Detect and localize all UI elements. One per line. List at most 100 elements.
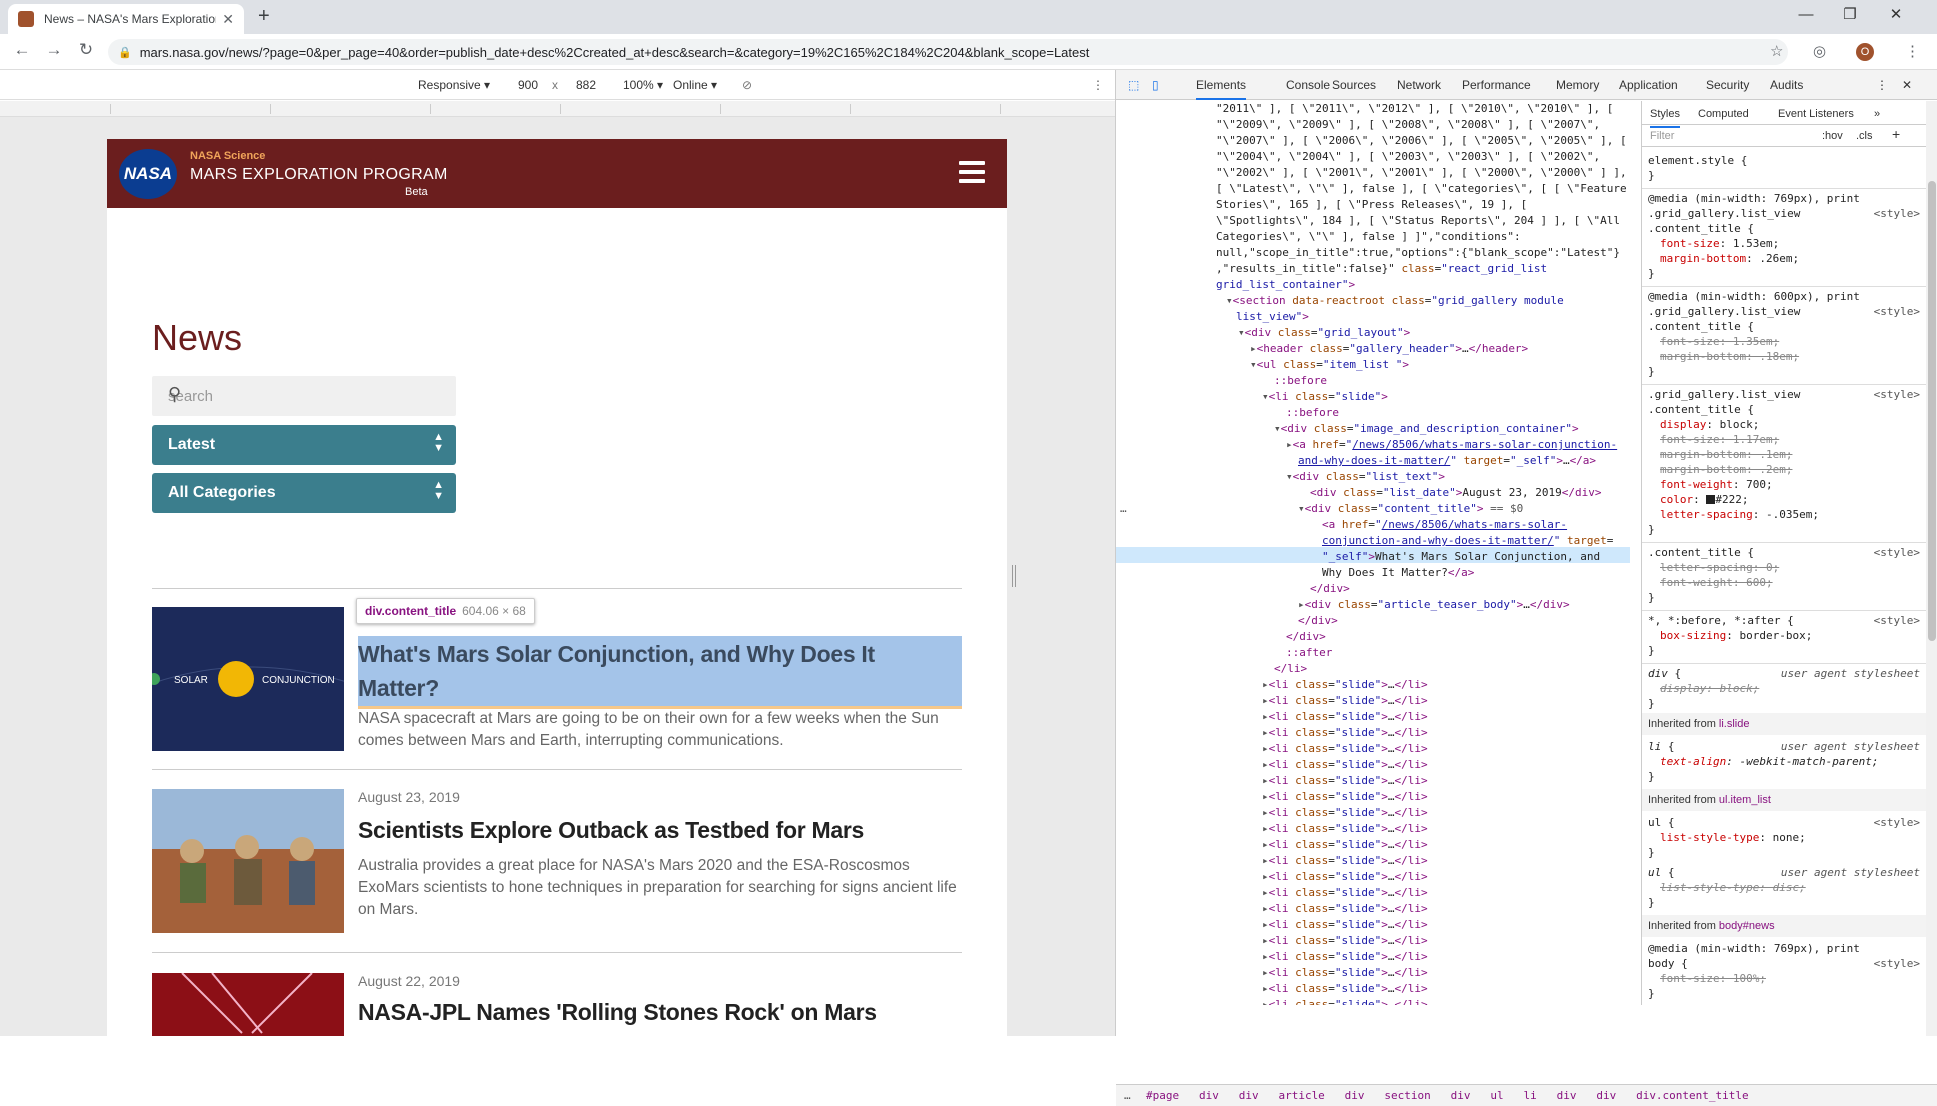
divider: [152, 952, 962, 953]
device-toggle-icon[interactable]: ▯: [1152, 78, 1159, 92]
dom-node-li-slide[interactable]: ▸<li class="slide">…</li>: [1262, 677, 1428, 693]
zoom-select[interactable]: 100% ▾: [623, 78, 663, 92]
nasa-logo[interactable]: NASA: [119, 149, 177, 199]
maximize-button[interactable]: ❐: [1830, 2, 1870, 28]
tab-computed[interactable]: Computed: [1698, 107, 1749, 122]
dom-node-li-slide[interactable]: ▸<li class="slide">…</li>: [1262, 693, 1428, 709]
article-title[interactable]: What's Mars Solar Conjunction, and Why D…: [358, 637, 958, 705]
resize-handle[interactable]: [1012, 565, 1016, 587]
favicon-icon: [18, 11, 34, 27]
dom-node-li-slide[interactable]: ▸<li class="slide">…</li>: [1262, 773, 1428, 789]
article-date: August 23, 2019: [358, 789, 460, 805]
address-bar[interactable]: 🔒 mars.nasa.gov/news/?page=0&per_page=40…: [108, 39, 1788, 65]
add-rule-icon[interactable]: +: [1892, 127, 1900, 142]
reload-icon[interactable]: ↻: [74, 40, 98, 60]
dom-node-li-slide[interactable]: ▸<li class="slide">…</li>: [1262, 821, 1428, 837]
article-title[interactable]: NASA-JPL Names 'Rolling Stones Rock' on …: [358, 995, 958, 1029]
tab-performance[interactable]: Performance: [1462, 78, 1531, 92]
dom-tree[interactable]: "2011\" ], [ \"2011\", \"2012\" ], [ \"2…: [1116, 101, 1641, 1005]
tab-network[interactable]: Network: [1397, 78, 1441, 92]
breadcrumb[interactable]: … #page div div article div section div …: [1116, 1084, 1937, 1106]
list-item: August 22, 2019 NASA-JPL Names 'Rolling …: [152, 973, 962, 1036]
dom-node-li-slide[interactable]: ▸<li class="slide">…</li>: [1262, 997, 1428, 1005]
bookmark-star-icon[interactable]: ☆: [1770, 42, 1783, 60]
list-item: August 23, 2019 Scientists Explore Outba…: [152, 789, 962, 953]
program-title[interactable]: MARS EXPLORATION PROGRAM: [190, 166, 448, 184]
divider: [152, 588, 962, 589]
viewport-width-input[interactable]: 900: [518, 78, 538, 92]
hov-toggle[interactable]: :hov: [1822, 129, 1843, 144]
dom-node-li-slide[interactable]: ▸<li class="slide">…</li>: [1262, 949, 1428, 965]
dom-node-li-slide[interactable]: ▸<li class="slide">…</li>: [1262, 853, 1428, 869]
hamburger-menu-icon[interactable]: [959, 161, 985, 183]
tab-sources[interactable]: Sources: [1332, 78, 1376, 92]
device-mode-select[interactable]: Responsive ▾: [418, 78, 490, 92]
category-select[interactable]: All Categories ▲ ▼: [152, 473, 456, 513]
dom-node-li-slide[interactable]: ▸<li class="slide">…</li>: [1262, 885, 1428, 901]
concert-photo: [181, 973, 313, 1034]
article-thumbnail[interactable]: [152, 789, 344, 933]
network-throttle-select[interactable]: Online ▾: [673, 78, 717, 92]
url-text: mars.nasa.gov/news/?page=0&per_page=40&o…: [139, 44, 1090, 60]
tab-console[interactable]: Console: [1286, 78, 1330, 92]
back-icon[interactable]: ←: [10, 40, 34, 60]
cls-toggle[interactable]: .cls: [1856, 129, 1873, 144]
times-label: x: [552, 78, 558, 92]
sort-select-label: Latest: [168, 436, 216, 453]
minimize-button[interactable]: —: [1786, 2, 1826, 28]
rotate-icon[interactable]: ⊘: [742, 78, 752, 92]
breadcrumb-path[interactable]: #page div div article div section div ul…: [1146, 1089, 1749, 1102]
web-page: NASA NASA Science MARS EXPLORATION PROGR…: [107, 139, 1007, 1036]
sort-select[interactable]: Latest ▲ ▼: [152, 425, 456, 465]
search-input[interactable]: search ⚲: [152, 376, 456, 416]
tab-event-listeners[interactable]: Event Listeners: [1778, 107, 1854, 122]
more-tabs-icon[interactable]: »: [1874, 107, 1880, 122]
avatar[interactable]: O: [1856, 43, 1874, 61]
tab-audits[interactable]: Audits: [1770, 78, 1803, 92]
dom-node-li-slide[interactable]: ▸<li class="slide">…</li>: [1262, 805, 1428, 821]
beta-label: Beta: [405, 186, 428, 198]
dom-node-li-slide[interactable]: ▸<li class="slide">…</li>: [1262, 933, 1428, 949]
styles-tab-bar: Styles Computed Event Listeners »: [1642, 101, 1926, 128]
devtools-panel: ⬚ ▯ Elements Console Sources Network Per…: [1115, 70, 1937, 1106]
device-more-icon[interactable]: ⋮: [1092, 78, 1104, 92]
tab-security[interactable]: Security: [1706, 78, 1749, 92]
close-tab-icon[interactable]: ✕: [222, 11, 234, 28]
tab-application[interactable]: Application: [1619, 78, 1678, 92]
article-thumbnail[interactable]: [152, 973, 344, 1036]
dom-node-li-slide[interactable]: ▸<li class="slide">…</li>: [1262, 837, 1428, 853]
dom-node-li-slide[interactable]: ▸<li class="slide">…</li>: [1262, 917, 1428, 933]
dom-node-li-slide[interactable]: ▸<li class="slide">…</li>: [1262, 869, 1428, 885]
extension-icon[interactable]: ◎: [1813, 42, 1826, 60]
dom-node-li-slide[interactable]: ▸<li class="slide">…</li>: [1262, 789, 1428, 805]
article-text: What's Mars Solar Conjunction, and Why D…: [152, 607, 962, 770]
category-select-label: All Categories: [168, 484, 276, 501]
dom-node-li-slide[interactable]: ▸<li class="slide">…</li>: [1262, 741, 1428, 757]
nasa-science-label[interactable]: NASA Science: [190, 150, 265, 162]
dom-node-li-slide[interactable]: ▸<li class="slide">…</li>: [1262, 725, 1428, 741]
devtools-menu-icon[interactable]: ⋮: [1876, 78, 1888, 92]
tab-memory[interactable]: Memory: [1556, 78, 1599, 92]
tab-elements[interactable]: Elements: [1196, 78, 1247, 100]
browser-toolbar: ← → ↻ 🔒 mars.nasa.gov/news/?page=0&per_p…: [0, 34, 1937, 70]
devtools-close-icon[interactable]: ✕: [1902, 78, 1912, 92]
devtools-tab-bar: ⬚ ▯ Elements Console Sources Network Per…: [1116, 70, 1937, 100]
search-icon[interactable]: ⚲: [168, 384, 446, 405]
dom-node-li-slide[interactable]: ▸<li class="slide">…</li>: [1262, 709, 1428, 725]
styles-scrollbar[interactable]: [1926, 101, 1937, 1036]
browser-tab[interactable]: News – NASA's Mars Exploration ✕: [8, 4, 244, 34]
dom-node-li-slide[interactable]: ▸<li class="slide">…</li>: [1262, 901, 1428, 917]
styles-filter-input[interactable]: Filter :hov .cls +: [1642, 125, 1926, 147]
dom-node-li-slide[interactable]: ▸<li class="slide">…</li>: [1262, 965, 1428, 981]
divider: [152, 769, 962, 770]
viewport-height-input[interactable]: 882: [576, 78, 596, 92]
inspect-element-icon[interactable]: ⬚: [1128, 78, 1139, 92]
menu-icon[interactable]: ⋮: [1905, 42, 1920, 60]
close-window-button[interactable]: ✕: [1876, 2, 1916, 28]
article-title[interactable]: Scientists Explore Outback as Testbed fo…: [358, 813, 958, 847]
dom-node-li-slide[interactable]: ▸<li class="slide">…</li>: [1262, 757, 1428, 773]
tab-title: News – NASA's Mars Exploration: [44, 12, 217, 26]
forward-icon[interactable]: →: [42, 40, 66, 60]
new-tab-button[interactable]: +: [258, 5, 270, 28]
dom-node-li-slide[interactable]: ▸<li class="slide">…</li>: [1262, 981, 1428, 997]
